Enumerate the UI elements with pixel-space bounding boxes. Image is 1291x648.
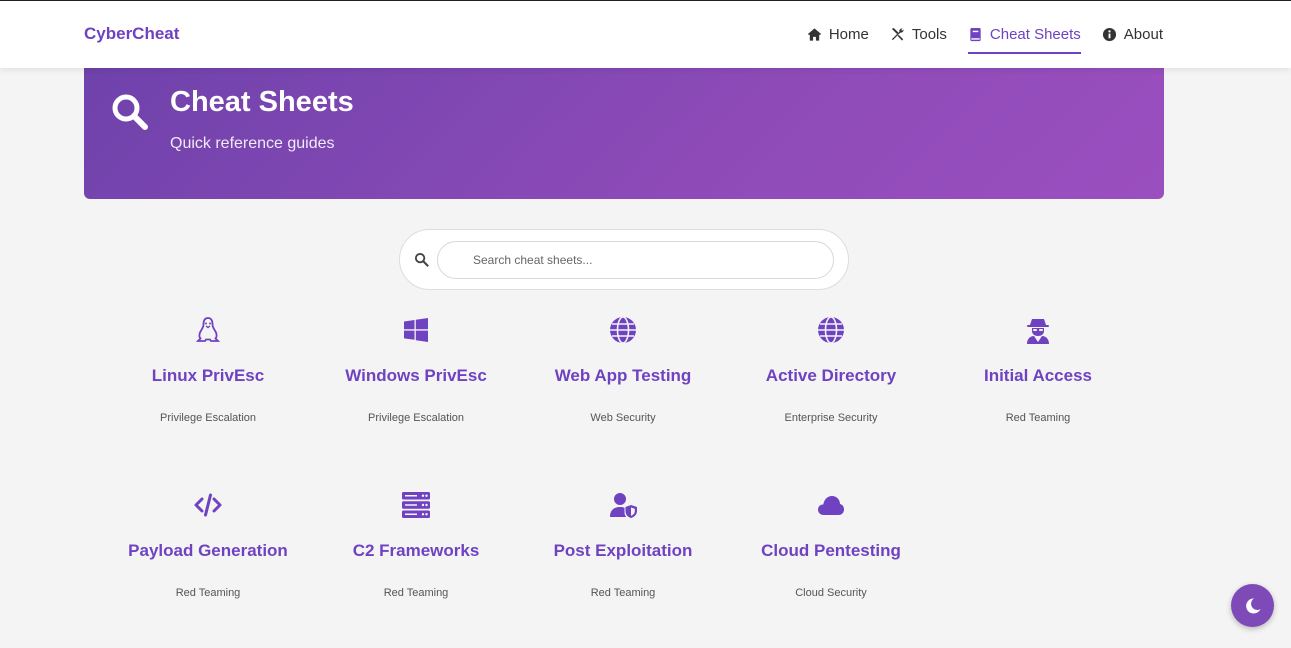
cheat-sheet-card-payload-generation[interactable]: Payload Generation Red Teaming — [108, 491, 308, 641]
card-title: Cloud Pentesting — [761, 541, 901, 560]
cheat-sheet-card-web-app-testing[interactable]: Web App Testing Web Security — [523, 316, 723, 466]
home-icon — [807, 28, 821, 41]
search-input[interactable] — [437, 241, 834, 279]
nav-item-tools[interactable]: Tools — [890, 18, 947, 52]
navbar: CyberCheat Home Tools Cheat Sheets About — [0, 1, 1291, 68]
search-bar — [399, 229, 849, 290]
code-icon — [194, 493, 222, 517]
card-category: Enterprise Security — [784, 412, 878, 424]
spy-icon — [1027, 319, 1049, 344]
card-category: Privilege Escalation — [368, 412, 464, 424]
page-subtitle: Quick reference guides — [170, 135, 335, 152]
card-category: Cloud Security — [795, 587, 867, 599]
windows-icon — [404, 318, 428, 342]
card-title: Windows PrivEsc — [345, 366, 487, 385]
cheat-sheet-card-post-exploitation[interactable]: Post Exploitation Red Teaming — [523, 491, 723, 641]
nav-label-tools: Tools — [911, 26, 947, 43]
cheat-sheet-card-cloud-pentesting[interactable]: Cloud Pentesting Cloud Security — [731, 491, 931, 641]
nav-label-about: About — [1123, 26, 1163, 43]
globe-icon — [818, 316, 844, 344]
cheat-sheet-card-linux-privesc[interactable]: Linux PrivEsc Privilege Escalation — [108, 316, 308, 466]
globe-icon — [610, 316, 636, 344]
cheat-sheet-card-c2-frameworks[interactable]: C2 Frameworks Red Teaming — [316, 491, 516, 641]
theme-toggle-button[interactable] — [1231, 584, 1274, 627]
card-category: Red Teaming — [1005, 412, 1071, 424]
card-title: Initial Access — [983, 366, 1093, 385]
nav-label-home: Home — [828, 26, 869, 43]
nav-item-cheat-sheets[interactable]: Cheat Sheets — [967, 18, 1081, 54]
cheat-sheet-card-windows-privesc[interactable]: Windows PrivEsc Privilege Escalation — [316, 316, 516, 466]
card-category: Red Teaming — [590, 587, 656, 599]
card-category: Red Teaming — [175, 587, 241, 599]
brand-logo[interactable]: CyberCheat — [84, 24, 179, 44]
search-icon — [414, 252, 429, 267]
cheat-sheet-card-active-directory[interactable]: Active Directory Enterprise Security — [731, 316, 931, 466]
user-shield-icon — [610, 493, 637, 518]
linux-icon — [195, 317, 221, 342]
card-title: Active Directory — [765, 366, 897, 385]
card-title: Web App Testing — [554, 366, 692, 385]
info-icon — [1102, 27, 1116, 42]
nav-item-about[interactable]: About — [1102, 18, 1163, 52]
server-icon — [402, 492, 430, 518]
page-title: Cheat Sheets — [170, 86, 354, 118]
tools-icon — [891, 27, 904, 41]
card-category: Privilege Escalation — [160, 412, 256, 424]
search-icon — [112, 94, 148, 130]
card-title: Post Exploitation — [553, 541, 693, 560]
card-category: Web Security — [590, 412, 656, 424]
nav-label-cheat-sheets: Cheat Sheets — [989, 26, 1081, 43]
card-category: Red Teaming — [383, 587, 449, 599]
cheat-sheet-card-initial-access[interactable]: Initial Access Red Teaming — [938, 316, 1138, 466]
card-title: Linux PrivEsc — [151, 366, 265, 385]
nav-item-home[interactable]: Home — [807, 18, 869, 52]
card-title: C2 Frameworks — [352, 541, 480, 560]
hero-banner: Cheat Sheets Quick reference guides — [84, 67, 1164, 199]
moon-icon — [1245, 597, 1260, 613]
nav-links: Home Tools Cheat Sheets About — [786, 1, 1163, 68]
cloud-icon — [818, 496, 844, 515]
book-icon — [970, 27, 981, 42]
card-title: Payload Generation — [128, 541, 288, 560]
